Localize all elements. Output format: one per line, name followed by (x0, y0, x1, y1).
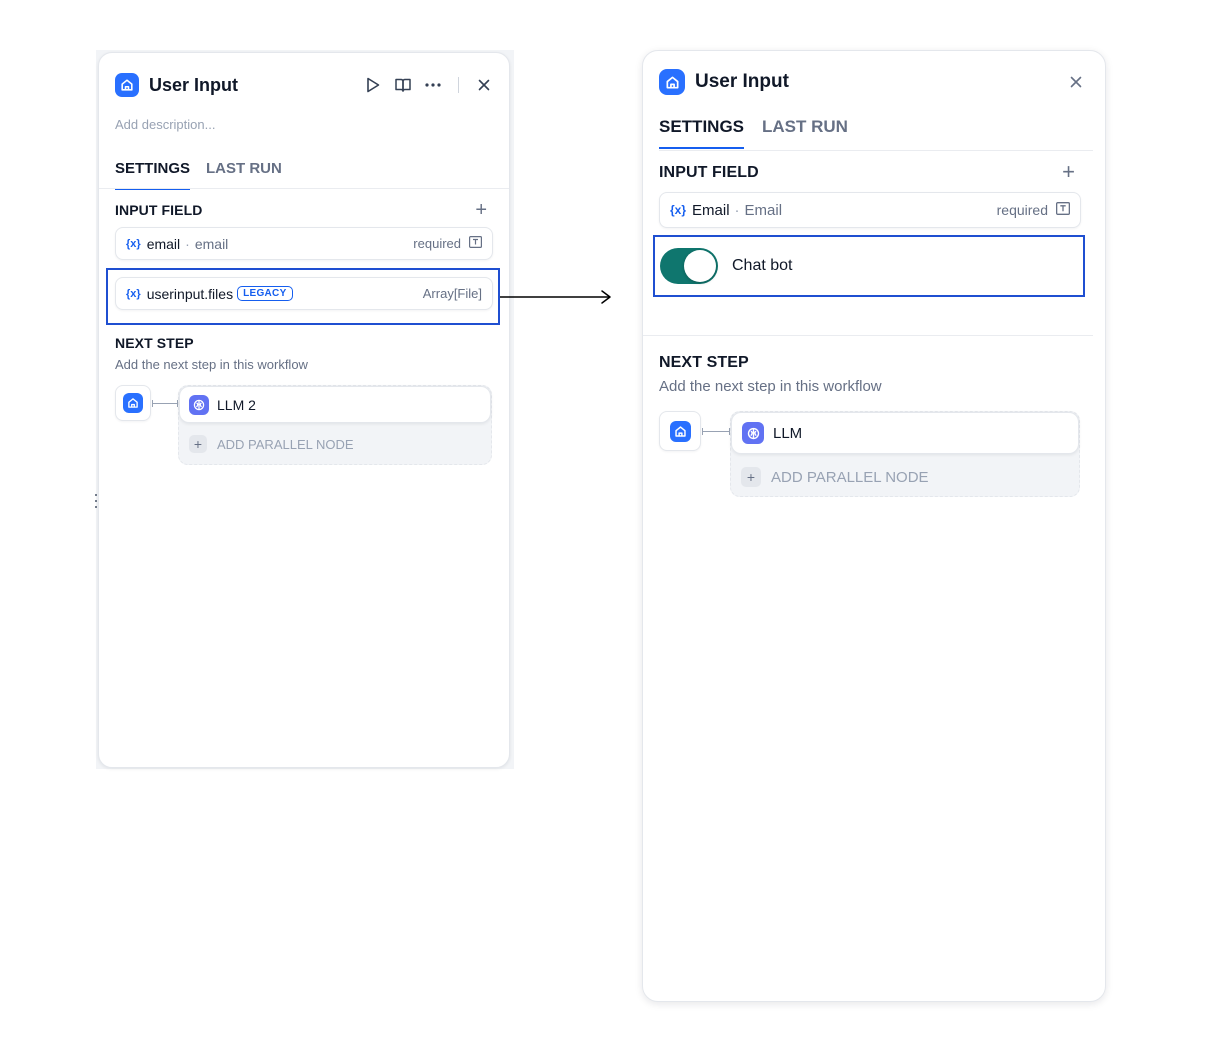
field-name: email (146, 235, 181, 252)
separator-dot: · (734, 201, 740, 219)
panel-header: User Input (659, 67, 1085, 97)
variable-icon: {x} (126, 237, 141, 250)
input-field-title: INPUT FIELD (659, 164, 759, 181)
input-field-row-email[interactable]: {x} email · email required (115, 227, 493, 260)
home-icon (115, 73, 139, 97)
separator-dot: · (185, 235, 190, 252)
plus-icon: + (741, 467, 761, 487)
section-divider (643, 335, 1093, 336)
llm-node-label: LLM (773, 424, 803, 442)
book-open-icon[interactable] (394, 76, 412, 94)
tab-divider (659, 150, 1093, 151)
llm-brain-icon (189, 394, 209, 415)
llm-node-card[interactable]: LLM (731, 412, 1079, 454)
close-icon[interactable] (1067, 73, 1085, 91)
next-step-title: NEXT STEP (659, 354, 749, 371)
add-input-field-button[interactable]: + (475, 200, 487, 220)
tab-divider (99, 188, 509, 189)
left-user-input-panel: User Input Add description... SETTINGS L… (98, 52, 510, 768)
more-horizontal-icon[interactable] (424, 76, 442, 94)
home-icon (659, 69, 685, 95)
chat-bot-toggle-row: Chat bot (653, 235, 1085, 297)
header-divider (458, 77, 459, 93)
add-input-field-button[interactable]: + (1062, 161, 1075, 183)
node-connector (152, 400, 178, 407)
tab-bar: SETTINGS LAST RUN (115, 160, 282, 190)
llm-brain-icon (742, 422, 764, 444)
add-parallel-label: ADD PARALLEL NODE (771, 468, 929, 486)
add-parallel-node-button[interactable]: + ADD PARALLEL NODE (189, 435, 354, 453)
toggle-label: Chat bot (732, 257, 793, 274)
tab-settings[interactable]: SETTINGS (115, 160, 191, 190)
start-node (659, 411, 701, 451)
field-name: Email (692, 201, 730, 219)
input-field-row-email[interactable]: {x} Email · Email required (659, 192, 1081, 228)
resize-handle[interactable] (94, 494, 98, 508)
panel-title: User Input (149, 74, 239, 95)
text-input-icon (1056, 202, 1071, 218)
variable-icon: {x} (670, 203, 687, 217)
panel-header: User Input (115, 71, 493, 99)
next-step-description: Add the next step in this workflow (115, 357, 308, 372)
toggle-knob (684, 250, 716, 282)
next-step-title: NEXT STEP (115, 335, 194, 351)
field-label: email (194, 235, 229, 252)
close-icon[interactable] (475, 76, 493, 94)
home-icon (669, 420, 691, 442)
next-node-group: LLM + ADD PARALLEL NODE (730, 411, 1080, 497)
description-input[interactable]: Add description... (115, 117, 215, 132)
llm-node-card[interactable]: LLM 2 (179, 386, 491, 423)
plus-icon: + (189, 435, 207, 453)
panel-title: User Input (695, 71, 789, 92)
right-user-input-panel: User Input SETTINGS LAST RUN INPUT FIELD… (642, 50, 1106, 1002)
field-label: Email (744, 201, 783, 219)
start-node (115, 385, 151, 421)
required-label: required (996, 202, 1048, 218)
tab-last-run[interactable]: LAST RUN (762, 117, 848, 137)
chat-bot-toggle[interactable] (660, 248, 718, 284)
tab-last-run[interactable]: LAST RUN (206, 160, 282, 177)
tab-bar: SETTINGS LAST RUN (659, 117, 848, 149)
required-label: required (413, 236, 461, 251)
next-step-description: Add the next step in this workflow (659, 378, 882, 395)
add-parallel-node-button[interactable]: + ADD PARALLEL NODE (741, 467, 929, 487)
tab-settings[interactable]: SETTINGS (659, 117, 745, 149)
node-connector (702, 428, 730, 435)
play-icon[interactable] (364, 76, 382, 94)
transition-arrow (500, 290, 611, 304)
next-node-group: LLM 2 + ADD PARALLEL NODE (178, 385, 492, 465)
text-input-icon (469, 236, 483, 251)
home-icon (123, 393, 143, 413)
input-field-title: INPUT FIELD (115, 202, 203, 218)
add-parallel-label: ADD PARALLEL NODE (217, 436, 354, 452)
highlight-box-legacy-field (106, 268, 500, 325)
llm-node-label: LLM 2 (217, 396, 256, 413)
